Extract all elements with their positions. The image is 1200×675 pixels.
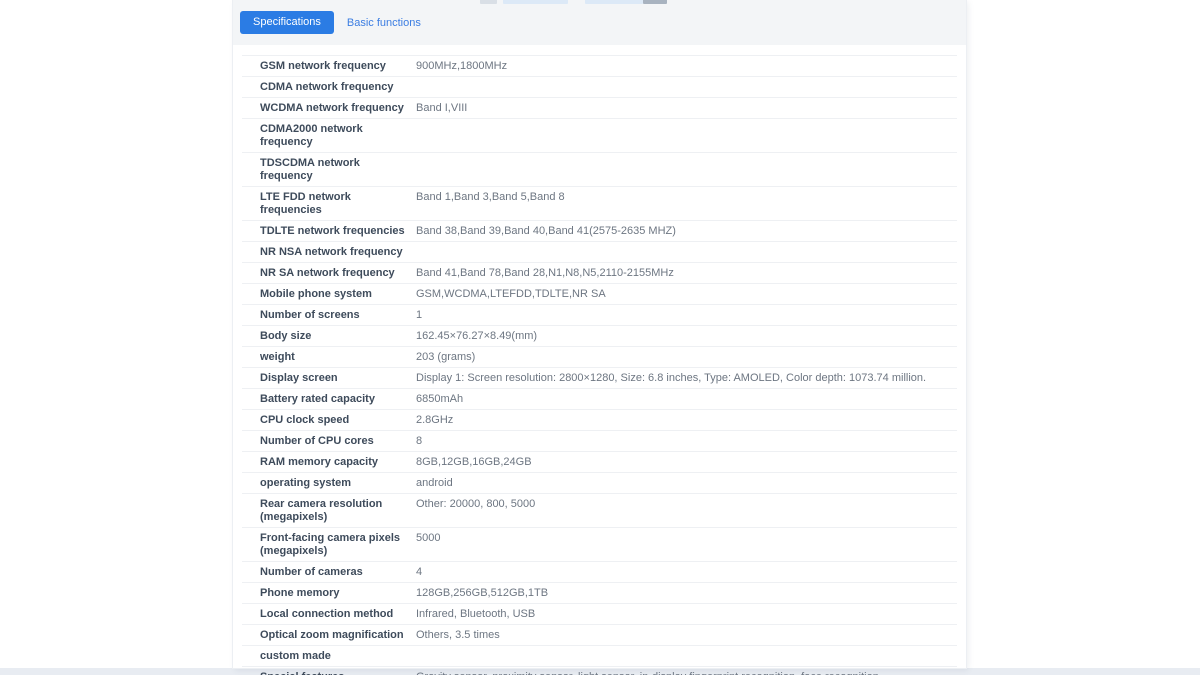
cutoff-fragment (503, 0, 568, 4)
spec-label: weight (260, 351, 416, 364)
spec-row: NR SA network frequencyBand 41,Band 78,B… (242, 263, 957, 284)
spec-row: Local connection methodInfrared, Bluetoo… (242, 604, 957, 625)
spec-value: Infrared, Bluetooth, USB (416, 608, 951, 621)
spec-row: TDLTE network frequenciesBand 38,Band 39… (242, 221, 957, 242)
spec-label: NR NSA network frequency (260, 246, 416, 259)
spec-value: android (416, 477, 951, 490)
tab-bar: Specifications Basic functions (233, 0, 966, 45)
spec-row: NR NSA network frequency (242, 242, 957, 263)
spec-row: Display screenDisplay 1: Screen resoluti… (242, 368, 957, 389)
spec-label: Local connection method (260, 608, 416, 621)
spec-label: Body size (260, 330, 416, 343)
spec-row: RAM memory capacity8GB,12GB,16GB,24GB (242, 452, 957, 473)
spec-label: Mobile phone system (260, 288, 416, 301)
spec-value: Gravity sensor, proximity sensor, light … (416, 671, 951, 675)
spec-value: 162.45×76.27×8.49(mm) (416, 330, 951, 343)
spec-row: Phone memory128GB,256GB,512GB,1TB (242, 583, 957, 604)
spec-row: Battery rated capacity6850mAh (242, 389, 957, 410)
spec-row: Optical zoom magnificationOthers, 3.5 ti… (242, 625, 957, 646)
spec-row: Special featuresGravity sensor, proximit… (242, 667, 957, 675)
spec-label: Optical zoom magnification (260, 629, 416, 642)
spec-label: Front-facing camera pixels (megapixels) (260, 532, 416, 558)
cutoff-fragment (643, 0, 667, 4)
cutoff-fragment (480, 0, 497, 4)
spec-label: Special features (260, 671, 416, 675)
spec-value: 5000 (416, 532, 951, 545)
spec-label: Display screen (260, 372, 416, 385)
spec-value: 203 (grams) (416, 351, 951, 364)
spec-value: 8 (416, 435, 951, 448)
spec-row: Front-facing camera pixels (megapixels)5… (242, 528, 957, 562)
spec-value: Band I,VIII (416, 102, 951, 115)
spec-label: TDSCDMA network frequency (260, 157, 416, 183)
spec-value: 128GB,256GB,512GB,1TB (416, 587, 951, 600)
spec-detail-card: Specifications Basic functions GSM netwo… (233, 0, 966, 668)
spec-row: weight203 (grams) (242, 347, 957, 368)
spec-label: TDLTE network frequencies (260, 225, 416, 238)
spec-value: 900MHz,1800MHz (416, 60, 951, 73)
spec-row: Rear camera resolution (megapixels)Other… (242, 494, 957, 528)
spec-value: Other: 20000, 800, 5000 (416, 498, 951, 511)
spec-label: RAM memory capacity (260, 456, 416, 469)
spec-label: CDMA network frequency (260, 81, 416, 94)
spec-value: Band 1,Band 3,Band 5,Band 8 (416, 191, 951, 204)
cutoff-top-elements (0, 0, 1200, 4)
spec-row: Number of cameras4 (242, 562, 957, 583)
spec-label: Phone memory (260, 587, 416, 600)
spec-label: Rear camera resolution (megapixels) (260, 498, 416, 524)
spec-value: 1 (416, 309, 951, 322)
tab-basic-functions[interactable]: Basic functions (345, 17, 423, 29)
spec-value: 4 (416, 566, 951, 579)
spec-row: CPU clock speed2.8GHz (242, 410, 957, 431)
tab-specifications[interactable]: Specifications (240, 11, 334, 34)
cutoff-fragment (585, 0, 643, 4)
spec-value: Others, 3.5 times (416, 629, 951, 642)
spec-row: CDMA2000 network frequency (242, 119, 957, 153)
spec-label: WCDMA network frequency (260, 102, 416, 115)
spec-row: WCDMA network frequencyBand I,VIII (242, 98, 957, 119)
spec-value: 6850mAh (416, 393, 951, 406)
spec-label: LTE FDD network frequencies (260, 191, 416, 217)
spec-row: Mobile phone systemGSM,WCDMA,LTEFDD,TDLT… (242, 284, 957, 305)
spec-row: custom made (242, 646, 957, 667)
spec-row: CDMA network frequency (242, 77, 957, 98)
spec-row: LTE FDD network frequenciesBand 1,Band 3… (242, 187, 957, 221)
spec-label: GSM network frequency (260, 60, 416, 73)
spec-label: Number of CPU cores (260, 435, 416, 448)
spec-label: CDMA2000 network frequency (260, 123, 416, 149)
spec-label: custom made (260, 650, 416, 663)
spec-value: Display 1: Screen resolution: 2800×1280,… (416, 372, 951, 385)
spec-row: TDSCDMA network frequency (242, 153, 957, 187)
spec-row: operating systemandroid (242, 473, 957, 494)
spec-row: GSM network frequency900MHz,1800MHz (242, 56, 957, 77)
spec-row: Number of screens1 (242, 305, 957, 326)
spec-label: Number of cameras (260, 566, 416, 579)
spec-label: Battery rated capacity (260, 393, 416, 406)
spec-value: Band 41,Band 78,Band 28,N1,N8,N5,2110-21… (416, 267, 951, 280)
spec-label: Number of screens (260, 309, 416, 322)
spec-value: 8GB,12GB,16GB,24GB (416, 456, 951, 469)
spec-label: NR SA network frequency (260, 267, 416, 280)
spec-label: operating system (260, 477, 416, 490)
spec-value: GSM,WCDMA,LTEFDD,TDLTE,NR SA (416, 288, 951, 301)
spec-label: CPU clock speed (260, 414, 416, 427)
spec-row: Body size162.45×76.27×8.49(mm) (242, 326, 957, 347)
spec-row: Number of CPU cores8 (242, 431, 957, 452)
spec-value: Band 38,Band 39,Band 40,Band 41(2575-263… (416, 225, 951, 238)
spec-value: 2.8GHz (416, 414, 951, 427)
spec-table: GSM network frequency900MHz,1800MHzCDMA … (242, 55, 957, 675)
